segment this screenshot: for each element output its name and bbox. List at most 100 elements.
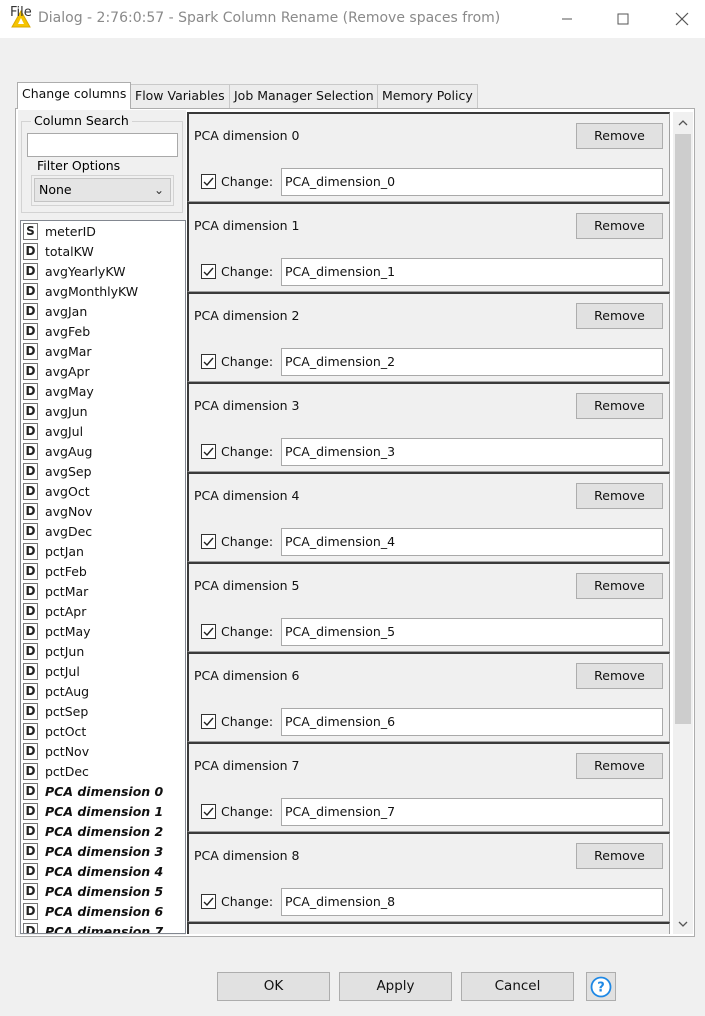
column-list-item[interactable]: D PCA dimension 7 xyxy=(23,921,163,933)
column-list-item[interactable]: DtotalKW xyxy=(23,241,94,261)
column-name: PCA dimension 5 xyxy=(45,883,164,899)
double-type-icon: D xyxy=(23,442,38,460)
change-checkbox[interactable] xyxy=(201,624,216,639)
column-list-item[interactable]: DpctMar xyxy=(23,581,88,601)
column-list-item[interactable]: DpctJun xyxy=(23,641,84,661)
column-list[interactable]: SmeterID DtotalKW DavgYearlyKW DavgMonthlyK… xyxy=(20,220,186,934)
column-list-item[interactable]: D PCA dimension 0 xyxy=(23,781,163,801)
column-list-item[interactable]: DpctOct xyxy=(23,721,86,741)
change-checkbox[interactable] xyxy=(201,894,216,909)
new-name-input[interactable]: PCA_dimension_8 xyxy=(281,888,663,916)
new-name-input[interactable]: PCA_dimension_7 xyxy=(281,798,663,826)
menu-file[interactable]: File xyxy=(10,5,32,20)
column-list-item[interactable]: DavgJan xyxy=(23,301,87,321)
help-button[interactable]: ? xyxy=(586,972,616,1001)
close-button[interactable] xyxy=(659,0,705,38)
column-list-item[interactable]: SmeterID xyxy=(23,221,96,241)
remove-button[interactable]: Remove xyxy=(576,663,663,689)
column-list-item[interactable]: DavgMonthlyKW xyxy=(23,281,138,301)
change-label: Change: xyxy=(221,174,274,189)
remove-button[interactable]: Remove xyxy=(576,573,663,599)
column-list-item[interactable]: DavgMay xyxy=(23,381,94,401)
card-column-title: PCA dimension 2 xyxy=(194,308,300,323)
change-checkbox[interactable] xyxy=(201,804,216,819)
column-list-item[interactable]: DpctDec xyxy=(23,761,89,781)
cancel-button[interactable]: Cancel xyxy=(461,972,574,1001)
column-list-item[interactable]: D PCA dimension 3 xyxy=(23,841,163,861)
apply-button[interactable]: Apply xyxy=(339,972,452,1001)
column-list-item[interactable]: DavgFeb xyxy=(23,321,90,341)
column-list-item[interactable]: DavgSep xyxy=(23,461,92,481)
new-name-input[interactable]: PCA_dimension_6 xyxy=(281,708,663,736)
change-checkbox[interactable] xyxy=(201,174,216,189)
column-list-item[interactable]: D PCA dimension 5 xyxy=(23,881,163,901)
column-list-item[interactable]: DavgJul xyxy=(23,421,83,441)
change-label: Change: xyxy=(221,714,274,729)
filter-options-select[interactable]: None ⌄ xyxy=(34,178,171,202)
remove-button[interactable]: Remove xyxy=(576,303,663,329)
remove-button[interactable]: Remove xyxy=(576,393,663,419)
remove-button[interactable]: Remove xyxy=(576,213,663,239)
remove-button[interactable]: Remove xyxy=(576,753,663,779)
scrollbar-thumb[interactable] xyxy=(675,134,691,724)
column-list-item[interactable]: D PCA dimension 6 xyxy=(23,901,163,921)
new-name-input[interactable]: PCA_dimension_4 xyxy=(281,528,663,556)
rename-card: PCA dimension 4 Remove Change: PCA_dimensio… xyxy=(187,472,670,562)
column-name: pctFeb xyxy=(45,563,87,579)
column-list-item[interactable]: D PCA dimension 4 xyxy=(23,861,163,881)
change-checkbox[interactable] xyxy=(201,444,216,459)
ok-button[interactable]: OK xyxy=(217,972,330,1001)
column-list-item[interactable]: DpctApr xyxy=(23,601,86,621)
checkmark-icon xyxy=(203,717,214,727)
column-list-item[interactable]: D PCA dimension 1 xyxy=(23,801,163,821)
column-list-item[interactable]: DavgYearlyKW xyxy=(23,261,125,281)
column-list-item[interactable]: DavgMar xyxy=(23,341,92,361)
column-list-item[interactable]: DpctJul xyxy=(23,661,80,681)
column-list-item[interactable]: DavgApr xyxy=(23,361,90,381)
column-search-input[interactable] xyxy=(27,133,178,157)
column-list-item[interactable]: DpctMay xyxy=(23,621,91,641)
change-checkbox[interactable] xyxy=(201,264,216,279)
change-checkbox[interactable] xyxy=(201,534,216,549)
remove-button[interactable]: Remove xyxy=(576,483,663,509)
column-list-item[interactable]: DpctFeb xyxy=(23,561,87,581)
double-type-icon: D xyxy=(23,822,38,840)
double-type-icon: D xyxy=(23,462,38,480)
scroll-down-icon[interactable] xyxy=(673,914,693,934)
tab-change-columns[interactable]: Change columns xyxy=(17,82,132,109)
change-checkbox[interactable] xyxy=(201,714,216,729)
column-list-item[interactable]: DavgAug xyxy=(23,441,92,461)
column-list-item[interactable]: D PCA dimension 2 xyxy=(23,821,163,841)
column-list-item[interactable]: DavgDec xyxy=(23,521,92,541)
checkmark-icon xyxy=(203,537,214,547)
column-name: avgMonthlyKW xyxy=(45,283,139,299)
new-name-input[interactable]: PCA_dimension_3 xyxy=(281,438,663,466)
close-icon xyxy=(675,12,689,26)
change-checkbox[interactable] xyxy=(201,354,216,369)
new-name-input[interactable]: PCA_dimension_5 xyxy=(281,618,663,646)
column-list-item[interactable]: DpctNov xyxy=(23,741,89,761)
tab-flow-variables[interactable]: Flow Variables xyxy=(130,84,230,108)
tab-job-manager-selection[interactable]: Job Manager Selection xyxy=(229,84,379,108)
column-name: pctMay xyxy=(45,623,91,639)
double-type-icon: D xyxy=(23,322,38,340)
column-list-item[interactable]: DpctSep xyxy=(23,701,88,721)
remove-button[interactable]: Remove xyxy=(576,123,663,149)
rename-card: PCA dimension 5 Remove Change: PCA_dimensio… xyxy=(187,562,670,652)
column-list-item[interactable]: DavgJun xyxy=(23,401,88,421)
minimize-button[interactable] xyxy=(544,0,590,38)
remove-button[interactable]: Remove xyxy=(576,843,663,869)
scroll-up-icon[interactable] xyxy=(673,112,693,132)
new-name-input[interactable]: PCA_dimension_1 xyxy=(281,258,663,286)
column-list-item[interactable]: DavgOct xyxy=(23,481,90,501)
double-type-icon: D xyxy=(23,362,38,380)
column-list-item[interactable]: DpctJan xyxy=(23,541,84,561)
column-list-item[interactable]: DpctAug xyxy=(23,681,89,701)
column-name: avgApr xyxy=(45,363,90,379)
new-name-input[interactable]: PCA_dimension_0 xyxy=(281,168,663,196)
double-type-icon: D xyxy=(23,242,38,260)
tab-memory-policy[interactable]: Memory Policy xyxy=(377,84,478,108)
column-list-item[interactable]: DavgNov xyxy=(23,501,92,521)
new-name-input[interactable]: PCA_dimension_2 xyxy=(281,348,663,376)
maximize-button[interactable] xyxy=(600,0,646,38)
